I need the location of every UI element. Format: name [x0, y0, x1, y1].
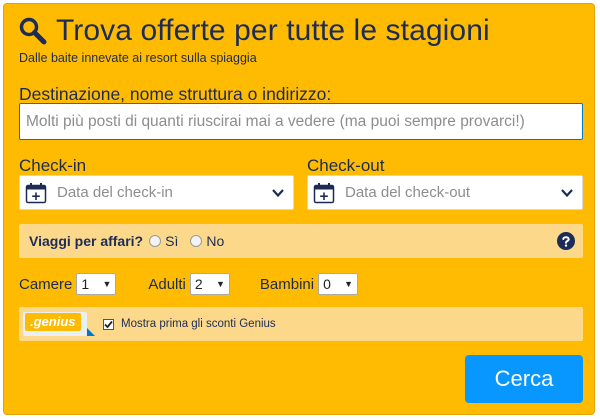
business-no-option[interactable]: No: [190, 233, 234, 249]
business-question: Viaggi per affari?: [29, 233, 144, 249]
genius-logo: .genius: [23, 312, 95, 336]
page-title: Trova offerte per tutte le stagioni: [56, 14, 490, 47]
adults-select[interactable]: 2 ▼: [189, 273, 230, 295]
business-trip-row: Viaggi per affari? Sì No: [19, 224, 583, 258]
checkin-label: Check-in: [19, 156, 87, 175]
checkin-placeholder: Data del check-in: [57, 184, 173, 201]
rooms-label: Camere: [19, 275, 73, 293]
destination-label: Destinazione, nome struttura o indirizzo…: [19, 84, 332, 104]
radio-yes[interactable]: [149, 235, 162, 247]
search-panel: Trova offerte per tutte le stagioni Dall…: [3, 3, 595, 415]
genius-row: .genius Mostra prima gli sconti Genius: [19, 307, 583, 341]
genius-checkbox-label: Mostra prima gli sconti Genius: [121, 318, 276, 330]
genius-checkbox[interactable]: [103, 318, 114, 330]
children-value: 0: [323, 276, 331, 292]
rooms-value: 1: [81, 276, 90, 292]
children-select[interactable]: 0 ▼: [318, 273, 359, 295]
header: Trova offerte per tutte le stagioni: [18, 14, 490, 48]
checkout-date-picker[interactable]: Data del check-out: [307, 175, 583, 210]
search-button[interactable]: Cerca: [465, 355, 583, 403]
adults-value: 2: [194, 276, 203, 292]
children-label: Bambini: [259, 275, 315, 293]
radio-yes-label: Sì: [165, 233, 179, 249]
radio-no-label: No: [206, 233, 225, 249]
magnifier-icon: [19, 17, 47, 45]
occupancy-row: Camere 1 ▼ Adulti 2 ▼ Bambini 0 ▼: [19, 273, 359, 295]
radio-no[interactable]: [190, 235, 203, 247]
rooms-select[interactable]: 1 ▼: [76, 273, 117, 295]
business-yes-option[interactable]: Sì: [149, 233, 188, 249]
genius-logo-text: .genius: [25, 313, 81, 331]
destination-input[interactable]: [19, 103, 583, 140]
adults-label: Adulti: [148, 275, 186, 293]
checkout-label: Check-out: [307, 156, 385, 175]
dropdown-arrow-icon: ▼: [102, 279, 112, 289]
checkmark-icon: [104, 320, 113, 328]
page-subtitle: Dalle baite innevate ai resort sulla spi…: [19, 51, 257, 65]
calendar-icon: [313, 182, 335, 203]
chevron-down-icon: [561, 188, 573, 197]
calendar-icon: [25, 182, 47, 203]
chevron-down-icon: [272, 188, 284, 197]
checkout-placeholder: Data del check-out: [345, 184, 471, 201]
help-icon[interactable]: [557, 232, 575, 250]
dropdown-arrow-icon: ▼: [344, 279, 354, 289]
checkin-date-picker[interactable]: Data del check-in: [19, 175, 294, 210]
dropdown-arrow-icon: ▼: [215, 279, 225, 289]
